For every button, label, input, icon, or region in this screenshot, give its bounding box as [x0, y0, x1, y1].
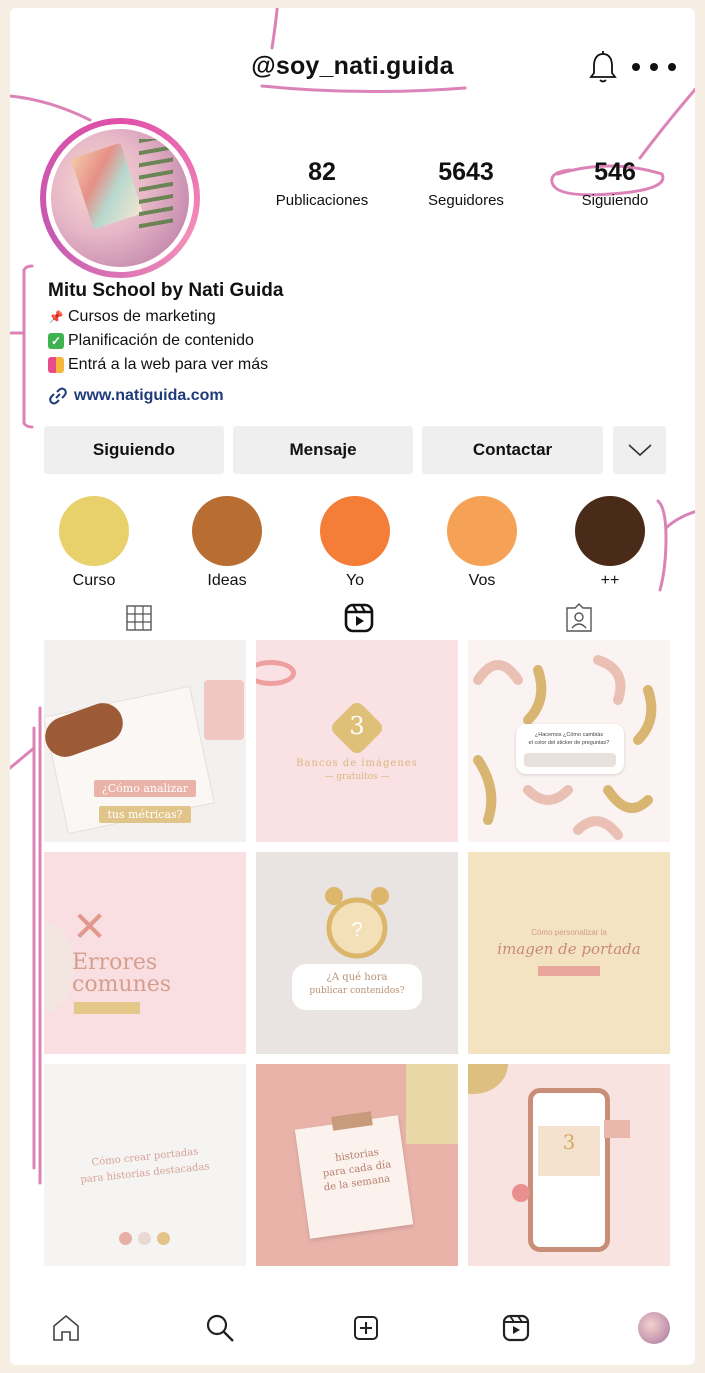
home-icon[interactable] [50, 1312, 82, 1344]
reels-tab-icon[interactable] [341, 603, 377, 633]
message-button[interactable]: Mensaje [233, 426, 413, 474]
followers-count[interactable]: 5643 Seguidores [406, 158, 526, 209]
search-icon[interactable] [204, 1312, 236, 1344]
shopping-bags-icon [48, 357, 64, 373]
content-tabs [44, 603, 674, 633]
post-tile[interactable]: Cómo personalizar la imagen de portada [468, 852, 670, 1054]
add-post-icon[interactable] [350, 1312, 382, 1344]
avatar-image [51, 129, 189, 267]
highlight-yo[interactable]: Yo [310, 496, 400, 590]
following-button[interactable]: Siguiendo [44, 426, 224, 474]
profile-screen: @soy_nati.guida 82 Publicaciones 5643 Se… [10, 8, 695, 1365]
post-tile[interactable]: ? ¿A qué hora publicar contenidos? [256, 852, 458, 1054]
bell-icon[interactable] [588, 50, 618, 84]
highlight-cover [59, 496, 129, 566]
svg-text:?: ? [351, 919, 362, 941]
pushpin-icon: 📌 [48, 310, 64, 324]
tagged-icon[interactable] [561, 603, 597, 633]
bio-line: Entrá a la web para ver más [48, 356, 648, 374]
post-tile[interactable]: Cómo crear portadas para historias desta… [44, 1064, 246, 1266]
post-tile[interactable]: 3 Bancos de imágenes — gratuitos — [256, 640, 458, 842]
post-tile[interactable]: historias para cada día de la semana [256, 1064, 458, 1266]
checkmark-icon: ✓ [48, 333, 64, 349]
link-icon [49, 387, 67, 405]
following-count[interactable]: 546 Siguiendo [555, 158, 675, 209]
bio-line: ✓ Planificación de contenido [48, 332, 648, 350]
posts-count[interactable]: 82 Publicaciones [262, 158, 382, 209]
highlight-curso[interactable]: Curso [49, 496, 139, 590]
bio-line: 📌 Cursos de marketing [48, 308, 216, 325]
highlight-cover [447, 496, 517, 566]
post-tile[interactable]: ✕ Errores comunes [44, 852, 246, 1054]
grid-icon[interactable] [120, 603, 156, 633]
profile-bio: Mitu School by Nati Guida 📌 Cursos de ma… [48, 280, 648, 406]
highlight-cover [575, 496, 645, 566]
display-name: Mitu School by Nati Guida [48, 280, 284, 301]
highlight-ideas[interactable]: Ideas [182, 496, 272, 590]
highlight-vos[interactable]: Vos [437, 496, 527, 590]
more-options-icon[interactable] [630, 62, 680, 72]
post-tile[interactable]: ¿Cómo analizar tus métricas? [44, 640, 246, 842]
post-tile[interactable]: ¿Hacemos ¿Cómo cambiás el color del stic… [468, 640, 670, 842]
contact-button[interactable]: Contactar [422, 426, 603, 474]
suggestions-dropdown-button[interactable] [613, 426, 666, 474]
chevron-down-icon [627, 444, 652, 457]
profile-stats: 82 Publicaciones 5643 Seguidores 546 Sig… [240, 158, 680, 228]
highlight-cover [192, 496, 262, 566]
highlight-more[interactable]: ++ [565, 496, 655, 590]
profile-avatar-nav[interactable] [638, 1312, 670, 1344]
post-tile[interactable]: 3 [468, 1064, 670, 1266]
profile-header: @soy_nati.guida [10, 46, 695, 96]
highlight-cover [320, 496, 390, 566]
reels-icon[interactable] [500, 1312, 532, 1344]
profile-avatar[interactable] [40, 118, 200, 278]
website-link[interactable]: www.natiguida.com [48, 386, 648, 406]
bottom-navigation [44, 1308, 674, 1348]
